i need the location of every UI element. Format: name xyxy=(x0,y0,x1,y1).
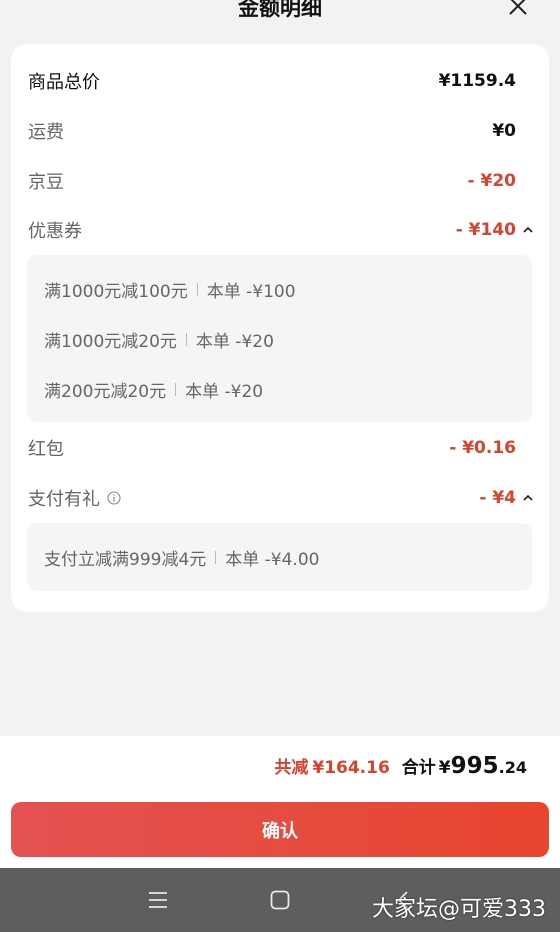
row-value: - ¥140 xyxy=(455,220,516,240)
payment-gift-item: 支付立减满999减4元 本单 -¥4.00 xyxy=(44,542,319,572)
payment-gift-label: 支付有礼 xyxy=(28,485,121,511)
info-icon[interactable] xyxy=(107,491,121,505)
confirm-button[interactable]: 确认 xyxy=(11,802,549,857)
watermark: 大家坛@可爱333 xyxy=(372,897,546,922)
row-value: - ¥0.16 xyxy=(449,438,516,458)
discount-label: 共减 xyxy=(274,758,309,778)
gift-name: 支付立减满999减4元 xyxy=(44,549,207,570)
row-red-packet: 红包 - ¥0.16 xyxy=(28,433,516,463)
coupon-item: 满1000元减100元 本单 -¥100 xyxy=(44,274,296,304)
discount-value: ¥164.16 xyxy=(312,758,390,778)
coupon-detail-box: 满1000元减100元 本单 -¥100 满1000元减20元 本单 -¥20 … xyxy=(27,255,532,422)
row-label: 支付有礼 xyxy=(28,489,100,510)
total-label: 合计 xyxy=(401,758,436,778)
row-label: 红包 xyxy=(28,439,64,460)
row-coupon[interactable]: 优惠券 - ¥140 xyxy=(28,215,533,245)
total-integer: 995 xyxy=(450,753,499,779)
row-label: 优惠券 xyxy=(28,221,82,242)
coupon-name: 满1000元减100元 xyxy=(44,281,188,302)
confirm-area: 确认 xyxy=(0,796,560,868)
sheet-header: 金额明细 xyxy=(0,0,560,30)
row-payment-gift[interactable]: 支付有礼 - ¥4 xyxy=(28,483,533,513)
nav-menu-icon[interactable] xyxy=(146,888,170,912)
payment-gift-detail-box: 支付立减满999减4元 本单 -¥4.00 xyxy=(27,523,532,591)
divider xyxy=(175,382,177,396)
row-label: 京豆 xyxy=(28,172,64,193)
coupon-detail: 本单 -¥100 xyxy=(206,281,296,302)
nav-home-icon[interactable] xyxy=(268,888,292,912)
divider xyxy=(196,282,198,296)
row-jingdou: 京豆 - ¥20 xyxy=(28,166,516,196)
total-currency: ¥ xyxy=(438,758,451,778)
coupon-item: 满200元减20元 本单 -¥20 xyxy=(44,374,263,404)
row-goods-total: 商品总价 ¥1159.4 xyxy=(28,66,516,96)
divider xyxy=(215,550,217,564)
coupon-name: 满200元减20元 xyxy=(44,381,167,402)
page-title: 金额明细 xyxy=(238,0,322,20)
coupon-toggle[interactable]: - ¥140 xyxy=(455,220,533,240)
coupon-item: 满1000元减20元 本单 -¥20 xyxy=(44,324,274,354)
total-decimal: .24 xyxy=(498,758,527,777)
payment-gift-toggle[interactable]: - ¥4 xyxy=(479,488,533,508)
chevron-up-icon[interactable] xyxy=(522,224,534,236)
close-icon[interactable] xyxy=(506,0,530,18)
coupon-detail: 本单 -¥20 xyxy=(185,381,264,402)
coupon-name: 满1000元减20元 xyxy=(44,331,177,352)
summary-bar: 共减 ¥164.16 合计 ¥ 995 .24 xyxy=(0,736,560,796)
row-value: - ¥20 xyxy=(467,171,516,191)
row-label: 商品总价 xyxy=(28,72,100,93)
row-value: ¥0 xyxy=(492,121,516,141)
coupon-detail: 本单 -¥20 xyxy=(195,331,274,352)
gift-detail: 本单 -¥4.00 xyxy=(225,549,320,570)
row-value: - ¥4 xyxy=(479,488,516,508)
row-label: 运费 xyxy=(28,122,64,143)
row-value: ¥1159.4 xyxy=(438,71,516,91)
row-shipping: 运费 ¥0 xyxy=(28,116,516,146)
divider xyxy=(185,332,187,346)
amount-detail-card: 商品总价 ¥1159.4 运费 ¥0 京豆 - ¥20 优惠券 - ¥140 满… xyxy=(11,44,549,612)
chevron-up-icon[interactable] xyxy=(522,492,534,504)
summary: 共减 ¥164.16 合计 ¥ 995 .24 xyxy=(274,753,527,779)
